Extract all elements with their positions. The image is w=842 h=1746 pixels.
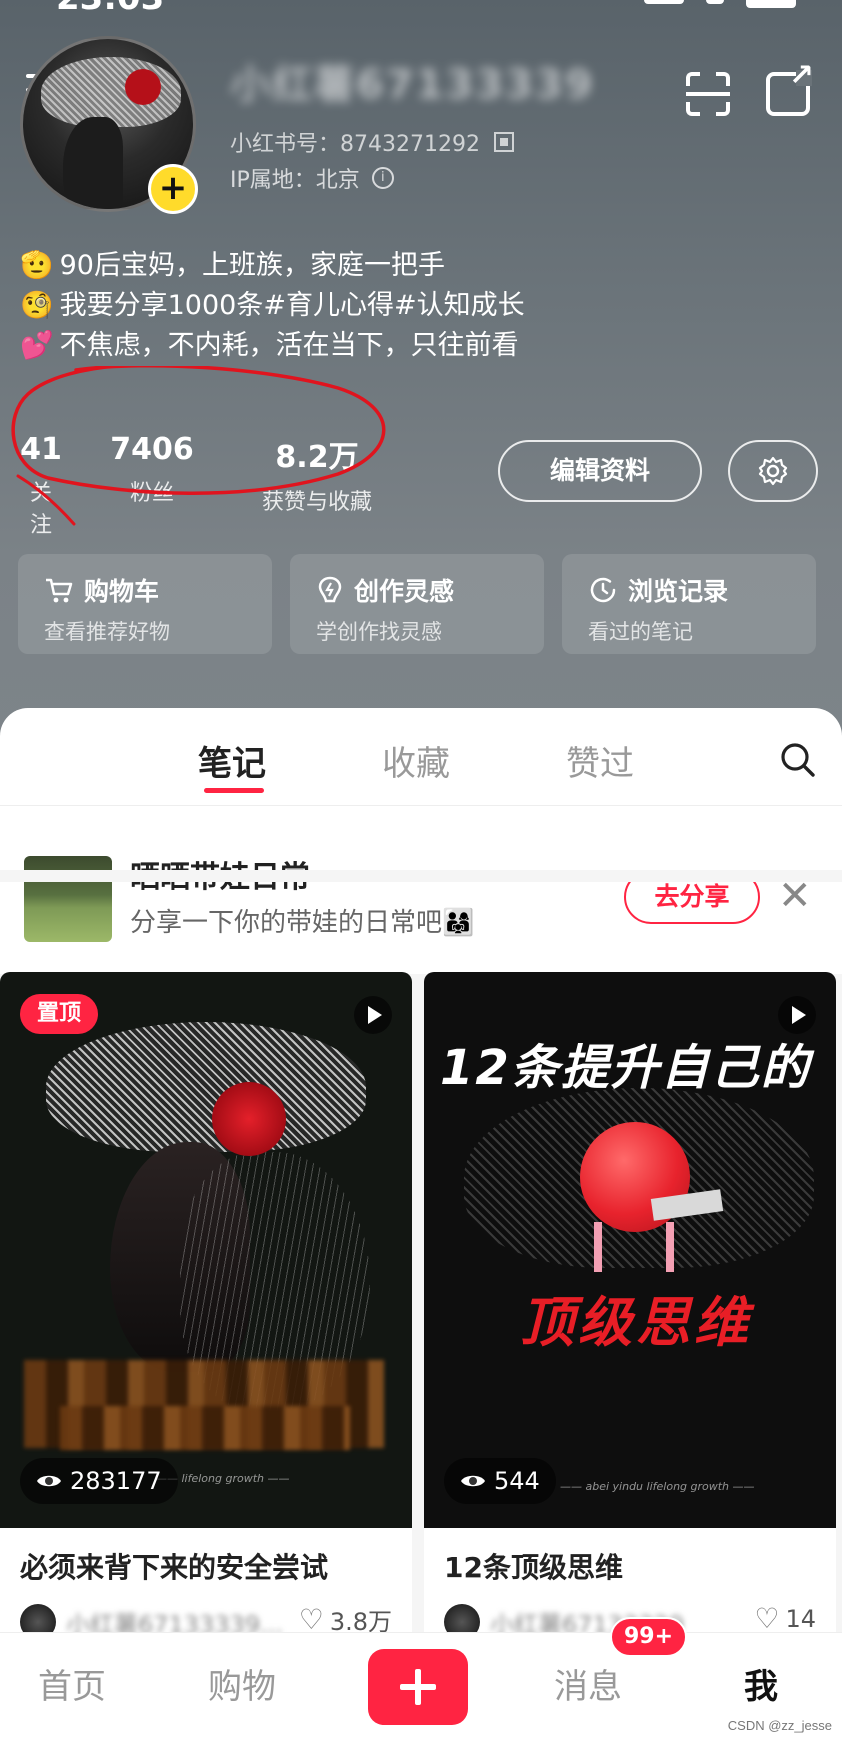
info-icon[interactable]: i	[371, 167, 394, 189]
bottom-nav: 首页 购物 消息 99+ 我	[0, 1617, 842, 1746]
scan-icon[interactable]	[686, 72, 730, 116]
shortcut-cart[interactable]: 购物车 查看推荐好物	[18, 554, 272, 654]
note-card[interactable]: —— lifelong growth —— 置顶 283177 必须来背下来的安…	[0, 972, 412, 1672]
signal-icon	[644, 0, 684, 4]
bio-text: 90后宝妈，上班族，家庭一把手	[59, 250, 445, 281]
status-bar: 23:03	[0, 0, 842, 18]
profile-header: 23:03 + 小红薯67133339 小红书号：8743271292 IP属地…	[0, 0, 842, 740]
ip-location: IP属地：北京 i	[230, 162, 394, 194]
eye-icon	[37, 1475, 61, 1487]
gear-icon	[758, 456, 788, 486]
bio: 🫡 90后宝妈，上班族，家庭一把手 🧐 我要分享1000条#育儿心得#认知成长 …	[20, 246, 525, 366]
history-icon	[590, 577, 616, 603]
watermark: CSDN @zz_jesse	[727, 1718, 832, 1733]
view-count-text: 283177	[70, 1467, 162, 1495]
stat-label: 粉丝	[129, 481, 174, 506]
stat-label: 关注	[29, 481, 52, 538]
qrcode-icon[interactable]	[493, 132, 514, 152]
note-cover: —— lifelong growth —— 置顶 283177	[0, 972, 412, 1528]
bio-line: 🧐 我要分享1000条#育儿心得#认知成长	[20, 286, 525, 326]
shortcut-subtitle: 学创作找灵感	[316, 620, 442, 644]
share-icon[interactable]	[766, 58, 814, 116]
like-count-text: 14	[785, 1604, 816, 1633]
stat-value: 8.2万	[275, 440, 359, 475]
stat-likes-saves[interactable]: 8.2万 获赞与收藏	[252, 432, 382, 539]
status-icons	[644, 0, 796, 8]
rose-graphic	[212, 1082, 286, 1156]
bio-text: 不焦虑，不内耗，活在当下，只往前看	[59, 330, 519, 361]
status-time: 23:03	[56, 0, 164, 18]
shortcut-row: 购物车 查看推荐好物 创作灵感 学创作找灵感 浏览记录 看过的笔记	[18, 554, 816, 654]
tab-bar: 笔记 收藏 赞过	[0, 708, 842, 806]
video-icon	[778, 996, 816, 1034]
promo-thumbnail	[24, 856, 112, 942]
message-badge: 99+	[610, 1617, 688, 1657]
shortcut-subtitle: 查看推荐好物	[44, 620, 170, 644]
tab-liked[interactable]: 赞过	[566, 736, 634, 785]
stat-value: 7406	[110, 432, 194, 467]
pinned-badge: 置顶	[20, 994, 98, 1034]
cover-title: 12条提升自己的	[440, 1040, 811, 1096]
note-cover: 12条提升自己的 顶级思维 —— abei yindu lifelong gro…	[424, 972, 836, 1528]
bio-line: 🫡 90后宝妈，上班族，家庭一把手	[20, 246, 525, 286]
promo-subtitle: 分享一下你的带娃的日常吧👨‍👩‍👧	[130, 908, 475, 938]
tab-collections[interactable]: 收藏	[382, 736, 450, 785]
note-title: 12条顶级思维	[444, 1551, 623, 1584]
heart-icon: ♡	[754, 1602, 780, 1635]
promo-banner[interactable]: 晒晒带娃日常 分享一下你的带娃的日常吧👨‍👩‍👧 去分享 ✕	[0, 808, 842, 968]
view-count: 283177	[20, 1458, 178, 1504]
stat-following[interactable]: 41 关注	[20, 432, 62, 539]
video-icon	[354, 996, 392, 1034]
cover-subtitle: 顶级思维	[520, 1291, 752, 1354]
nav-me[interactable]: 我	[744, 1659, 778, 1708]
nav-shop[interactable]: 购物	[208, 1659, 276, 1708]
bulb-icon	[318, 576, 342, 603]
redbook-id-text: 小红书号：8743271292	[230, 132, 480, 157]
shortcut-title: 创作灵感	[354, 577, 455, 606]
shortcut-inspiration[interactable]: 创作灵感 学创作找灵感	[290, 554, 544, 654]
nickname: 小红薯67133339	[230, 62, 595, 108]
stat-label: 获赞与收藏	[261, 490, 372, 515]
stat-followers[interactable]: 7406 粉丝	[106, 432, 198, 539]
monocle-emoji-icon: 🧐	[20, 290, 54, 321]
note-title: 必须来背下来的安全尝试	[20, 1551, 329, 1584]
profile-stats: 41 关注 7406 粉丝 8.2万 获赞与收藏	[20, 432, 382, 539]
salute-emoji-icon: 🫡	[20, 250, 54, 281]
avatar-add-button[interactable]: +	[148, 164, 198, 214]
battery-icon	[746, 0, 796, 8]
tab-active-indicator	[204, 788, 264, 793]
note-card[interactable]: 12条提升自己的 顶级思维 —— abei yindu lifelong gro…	[424, 972, 836, 1672]
view-count: 544	[444, 1458, 556, 1504]
wifi-icon	[706, 0, 724, 4]
bio-text: 我要分享1000条#育儿心得#认知成长	[59, 290, 525, 321]
ip-location-text: IP属地：北京	[230, 168, 360, 193]
shortcut-subtitle: 看过的笔记	[588, 620, 693, 644]
add-note-button[interactable]	[368, 1649, 468, 1725]
nav-home[interactable]: 首页	[38, 1659, 106, 1708]
search-icon[interactable]	[778, 740, 818, 780]
cart-icon	[46, 578, 73, 603]
stat-value: 41	[20, 432, 62, 467]
redbook-id: 小红书号：8743271292	[230, 126, 514, 158]
eye-icon	[461, 1475, 485, 1487]
like-count[interactable]: ♡ 14	[754, 1602, 816, 1635]
edit-profile-button[interactable]: 编辑资料	[498, 440, 702, 502]
view-count-text: 544	[494, 1467, 540, 1495]
nav-messages[interactable]: 消息	[554, 1659, 622, 1708]
tab-notes[interactable]: 笔记	[198, 736, 266, 785]
settings-button[interactable]	[728, 440, 818, 502]
bio-line: 💕 不焦虑，不内耗，活在当下，只往前看	[20, 326, 525, 366]
mosaic-blur	[60, 1406, 350, 1450]
notes-panel: 笔记 收藏 赞过 晒晒带娃日常 分享一下你的带娃的日常吧👨‍👩‍👧 去分享 ✕ …	[0, 708, 842, 1746]
divider	[0, 870, 842, 882]
shortcut-title: 购物车	[84, 577, 160, 606]
hearts-emoji-icon: 💕	[20, 330, 54, 361]
shortcut-history[interactable]: 浏览记录 看过的笔记	[562, 554, 816, 654]
shortcut-title: 浏览记录	[628, 577, 729, 606]
cover-tagline: —— abei yindu lifelong growth ——	[560, 1480, 755, 1493]
